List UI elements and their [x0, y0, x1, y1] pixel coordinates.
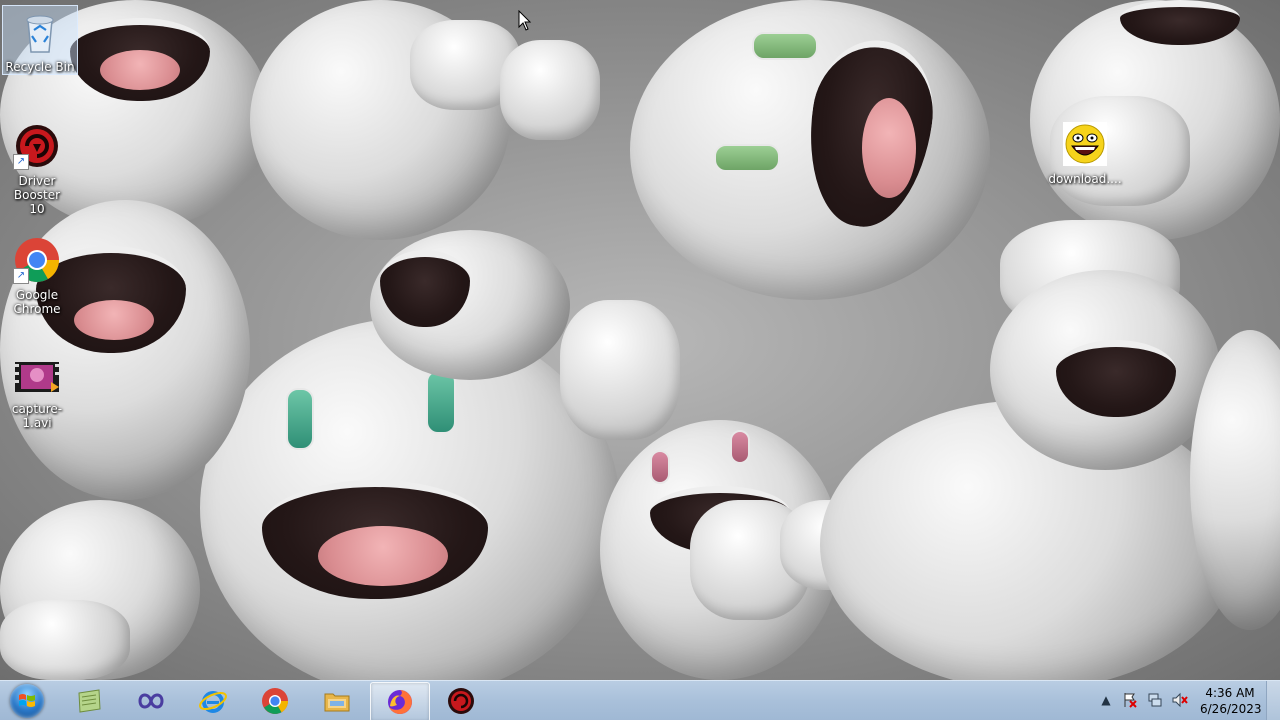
desktop-icon-recycle-bin[interactable]: Recycle Bin — [2, 5, 78, 75]
windows-logo-icon — [19, 694, 35, 707]
show-desktop-button[interactable] — [1266, 681, 1280, 720]
wallpaper-eye — [650, 450, 670, 484]
wallpaper-tongue — [100, 50, 180, 90]
desktop-icon-label: Recycle Bin — [5, 60, 75, 74]
wallpaper-eye — [752, 32, 818, 60]
wallpaper-tongue — [318, 526, 448, 586]
desktop-icon-label: Driver Booster 10 — [13, 174, 61, 216]
start-button[interactable] — [3, 682, 49, 720]
desktop-icon-label: download.... — [1048, 172, 1122, 186]
wallpaper-eye — [714, 144, 780, 172]
shortcut-arrow-icon: ↗ — [13, 268, 29, 284]
desktop-icon-label: Google Chrome — [13, 288, 61, 316]
wallpaper-eye — [286, 388, 314, 450]
taskbar: ▲ 4:36 AM 6/26/2023 — [0, 680, 1280, 720]
smiley-image-icon — [1061, 120, 1109, 168]
wallpaper-hand — [500, 40, 600, 140]
file-explorer-icon — [324, 693, 350, 712]
desktop-icon-capture-avi[interactable]: capture-1.avi — [0, 358, 74, 430]
wallpaper-eye — [730, 430, 750, 464]
taskbar-internet-explorer-button[interactable] — [184, 682, 242, 720]
shortcut-arrow-icon: ↗ — [13, 154, 29, 170]
clock-time: 4:36 AM — [1205, 686, 1255, 700]
desktop-icon-label: capture-1.avi — [11, 402, 63, 430]
desktop-wallpaper — [0, 0, 1280, 680]
wallpaper-eye — [426, 370, 456, 434]
driver-booster-icon: ↗ — [13, 122, 61, 170]
video-file-icon — [13, 360, 61, 398]
taskbar-visual-studio-button[interactable] — [122, 682, 180, 720]
desktop-icon-driver-booster[interactable]: ↗ Driver Booster 10 — [0, 120, 74, 216]
taskbar-file-explorer-button[interactable] — [308, 682, 366, 720]
visual-studio-icon — [138, 693, 164, 709]
network-icon[interactable] — [1147, 692, 1163, 708]
chrome-icon: ↗ — [13, 236, 61, 284]
desktop-icon-google-chrome[interactable]: ↗ Google Chrome — [0, 234, 74, 316]
internet-explorer-icon — [199, 691, 227, 713]
show-hidden-icons-arrow[interactable]: ▲ — [1098, 692, 1114, 708]
notepad-icon — [78, 689, 101, 713]
clock-date: 6/26/2023 — [1200, 702, 1262, 716]
wallpaper-hand — [0, 600, 130, 680]
taskbar-notepad-button[interactable] — [60, 682, 118, 720]
volume-muted-icon[interactable] — [1172, 692, 1188, 708]
wallpaper-tongue — [74, 300, 154, 340]
chrome-icon — [262, 688, 289, 714]
firefox-icon — [388, 690, 412, 714]
taskbar-chrome-button[interactable] — [246, 682, 304, 720]
network-flag-icon[interactable] — [1122, 692, 1138, 708]
taskbar-firefox-button[interactable] — [370, 682, 430, 720]
wallpaper-tongue — [862, 98, 916, 198]
taskbar-driver-booster-button[interactable] — [432, 682, 490, 720]
system-clock[interactable]: 4:36 AM 6/26/2023 — [1200, 685, 1262, 717]
recycle-bin-icon — [16, 8, 64, 56]
wallpaper-hand — [560, 300, 680, 440]
driver-booster-icon — [448, 688, 474, 714]
desktop-icon-download-image[interactable]: download.... — [1048, 118, 1122, 188]
